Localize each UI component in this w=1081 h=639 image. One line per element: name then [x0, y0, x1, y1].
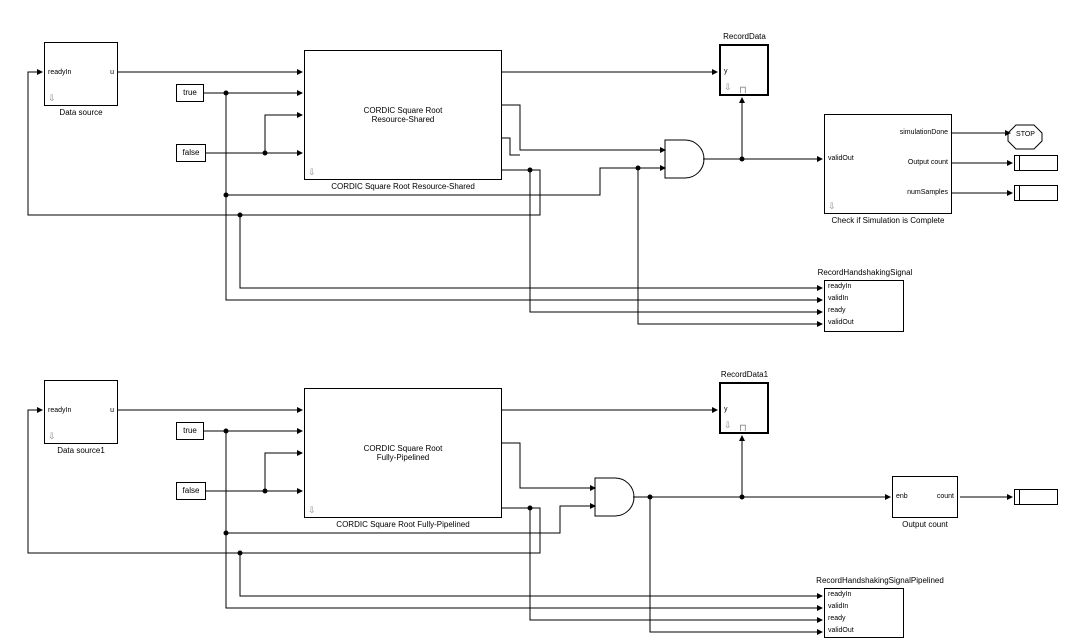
data-source-label: Data source	[44, 108, 118, 117]
cordic-pipe-l1: CORDIC Square Root	[364, 444, 443, 453]
enable-port-icon: ⊓	[739, 85, 747, 96]
hs-readyIn: readyIn	[828, 591, 851, 598]
hs-validIn: validIn	[828, 603, 848, 610]
port-numSamples: numSamples	[907, 189, 948, 196]
output-count-label: Output count	[890, 520, 960, 529]
data-source1-block[interactable]: readyIn u ⇩	[44, 380, 118, 444]
hs-validOut: validOut	[828, 627, 854, 634]
port-count: count	[937, 493, 954, 500]
hs-ready: ready	[828, 615, 846, 622]
cordic-title-l1: CORDIC Square Root	[364, 106, 443, 115]
const-true[interactable]: true	[176, 84, 204, 102]
cordic-title-l2: Resource-Shared	[372, 115, 435, 124]
port-arrow-icon: ⇩	[308, 505, 316, 516]
port-validOut-in: validOut	[828, 155, 854, 162]
const-true1[interactable]: true	[176, 422, 204, 440]
check-complete-label: Check if Simulation is Complete	[814, 216, 962, 225]
port-simDone: simulationDone	[900, 129, 948, 136]
cordic-rshared-block[interactable]: CORDIC Square Root Resource-Shared ⇩	[304, 50, 502, 180]
port-u: u	[110, 69, 114, 76]
record-data-block[interactable]: y ⇩ ⊓	[719, 44, 769, 96]
cordic-pipe-l2: Fully-Pipelined	[377, 453, 429, 462]
port-arrow-icon: ⇩	[48, 93, 56, 104]
record-handshake-pipe-label: RecordHandshakingSignalPipelined	[790, 576, 970, 585]
cordic-pipe-label: CORDIC Square Root Fully-Pipelined	[304, 520, 502, 529]
display-numsamples[interactable]	[1014, 185, 1058, 201]
port-u: u	[110, 407, 114, 414]
port-arrow-icon: ⇩	[828, 201, 836, 212]
cordic-rshared-label: CORDIC Square Root Resource-Shared	[304, 182, 502, 191]
record-handshake-label: RecordHandshakingSignal	[800, 268, 930, 277]
port-arrow-icon: ⇩	[308, 167, 316, 178]
port-outCount: Output count	[908, 159, 948, 166]
hs-validOut: validOut	[828, 319, 854, 326]
port-arrow-icon: ⇩	[724, 420, 732, 431]
check-complete-block[interactable]: simulationDone validOut Output count num…	[824, 114, 952, 214]
record-handshake-pipe-block[interactable]: readyIn validIn ready validOut	[824, 588, 904, 638]
display-outcount[interactable]	[1014, 155, 1058, 171]
record-data1-block[interactable]: y ⇩ ⊓	[719, 382, 769, 434]
port-arrow-icon: ⇩	[48, 431, 56, 442]
data-source-block[interactable]: readyIn u ⇩	[44, 42, 118, 106]
port-readyIn: readyIn	[48, 69, 71, 76]
data-source1-label: Data source1	[44, 446, 118, 455]
hs-readyIn: readyIn	[828, 283, 851, 290]
record-handshake-block[interactable]: readyIn validIn ready validOut	[824, 280, 904, 332]
hs-validIn: validIn	[828, 295, 848, 302]
port-y: y	[724, 406, 728, 413]
const-false1[interactable]: false	[176, 482, 206, 500]
cordic-pipe-block[interactable]: CORDIC Square Root Fully-Pipelined ⇩	[304, 388, 502, 518]
hs-ready: ready	[828, 307, 846, 314]
const-false[interactable]: false	[176, 144, 206, 162]
record-data1-label: RecordData1	[707, 370, 782, 379]
display-count[interactable]	[1014, 489, 1058, 505]
port-arrow-icon: ⇩	[724, 82, 732, 93]
record-data-label: RecordData	[707, 32, 782, 41]
stop-label: STOP	[1013, 131, 1038, 138]
port-y: y	[724, 68, 728, 75]
port-enb: enb	[896, 493, 908, 500]
enable-port-icon: ⊓	[739, 423, 747, 434]
output-count-block[interactable]: enb count	[892, 476, 958, 518]
port-readyIn: readyIn	[48, 407, 71, 414]
